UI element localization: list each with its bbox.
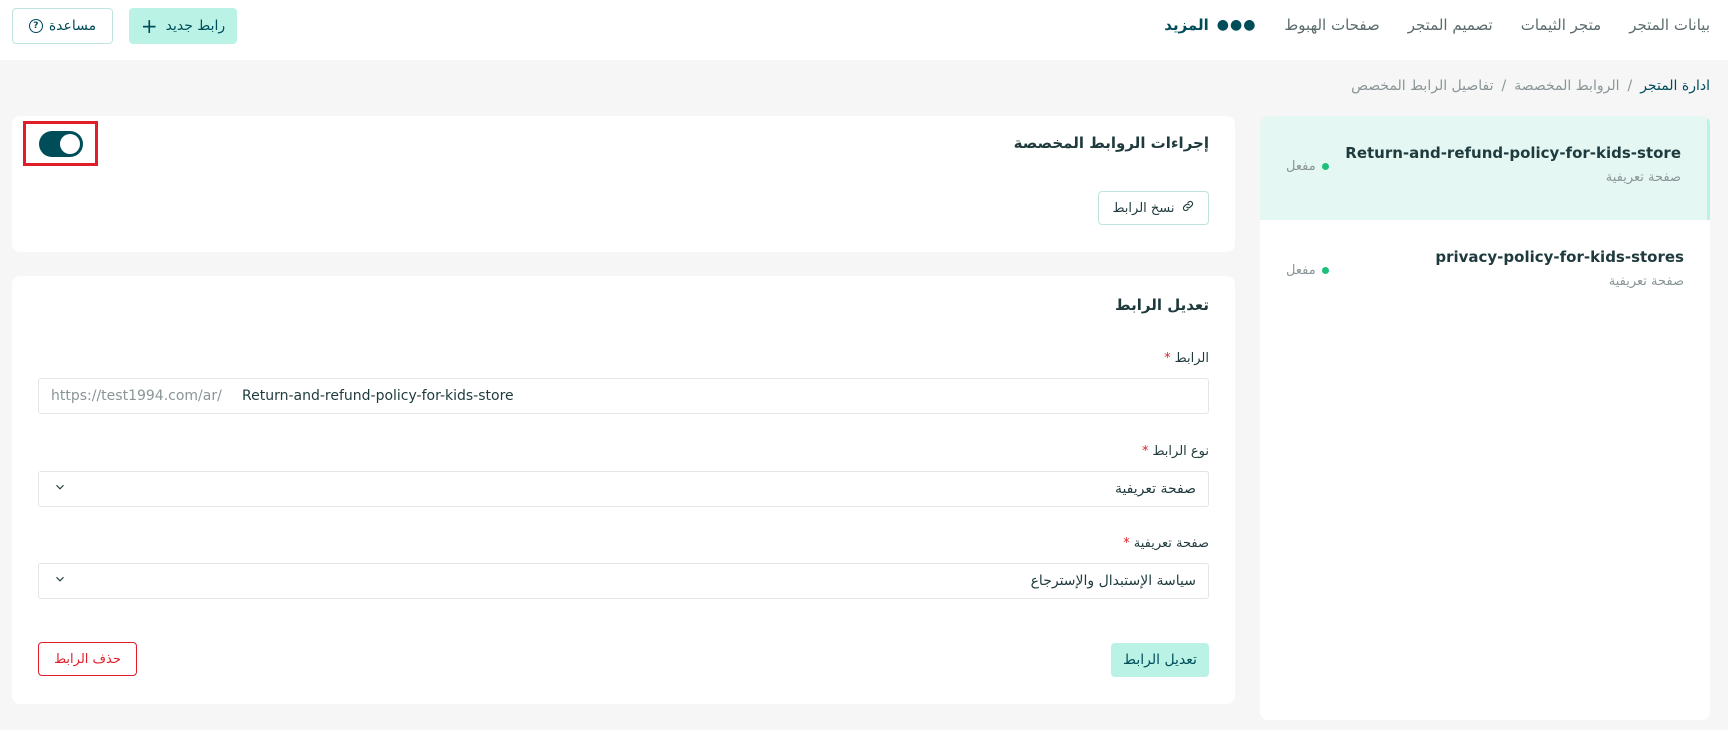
link-enabled-toggle[interactable] [38, 130, 83, 157]
page-select[interactable]: سياسة الإستبدال والإسترجاع [38, 563, 1209, 599]
chevron-down-icon [53, 480, 67, 498]
link-label-text: الرابط [1174, 351, 1209, 366]
toggle-knob [59, 133, 80, 154]
status-badge: مفعل [1286, 263, 1329, 278]
required-mark: * [1164, 351, 1171, 366]
chevron-down-icon [53, 572, 67, 590]
link-prefix: https://test1994.com/ar/ [51, 388, 222, 404]
nav-item-landing-pages[interactable]: صفحات الهبوط [1284, 16, 1379, 34]
link-name: privacy-policy-for-kids-stores [1435, 248, 1684, 266]
copy-link-button[interactable]: نسخ الرابط [1098, 191, 1209, 225]
new-link-label: رابط جديد [165, 18, 226, 34]
link-type: صفحة تعريفية [1605, 170, 1681, 185]
link-icon [1181, 199, 1195, 217]
toggle-highlight [23, 121, 98, 166]
link-input[interactable]: https://test1994.com/ar/ Return-and-refu… [38, 378, 1209, 414]
status-text: مفعل [1286, 159, 1316, 174]
page-value: سياسة الإستبدال والإسترجاع [1030, 573, 1196, 589]
list-item[interactable]: Return-and-refund-policy-for-kids-store … [1260, 116, 1710, 220]
breadcrumb: ادارة المتجر / الروابط المخصصة / تفاصيل … [1351, 78, 1710, 94]
main-nav: بيانات المتجر متجر الثيمات تصميم المتجر … [1164, 0, 1710, 50]
required-mark: * [1141, 444, 1149, 459]
list-item[interactable]: privacy-policy-for-kids-stores صفحة تعري… [1260, 220, 1710, 324]
help-button[interactable]: ? مساعدة [12, 8, 113, 44]
required-mark: * [1123, 536, 1130, 551]
link-actions-card: إجراءات الروابط المخصصة نسخ الرابط [12, 116, 1235, 252]
nav-item-theme-store[interactable]: متجر الثيمات [1521, 16, 1601, 34]
breadcrumb-current: تفاصيل الرابط المخصص [1351, 78, 1494, 94]
breadcrumb-separator: / [1627, 78, 1633, 94]
link-type-value: صفحة تعريفية [1114, 481, 1196, 497]
breadcrumb-store-admin[interactable]: ادارة المتجر [1640, 78, 1710, 94]
help-label: مساعدة [48, 18, 97, 34]
question-icon: ? [28, 19, 43, 33]
type-label-text: نوع الرابط [1152, 444, 1209, 459]
status-badge: مفعل [1286, 159, 1329, 174]
actions-title: إجراءات الروابط المخصصة [1013, 134, 1209, 152]
top-bar: بيانات المتجر متجر الثيمات تصميم المتجر … [0, 0, 1728, 60]
link-name: Return-and-refund-policy-for-kids-store [1345, 144, 1681, 162]
more-dots-icon: ●●● [1216, 17, 1257, 33]
page-field-label: صفحة تعريفية * [1123, 536, 1209, 551]
custom-links-list: Return-and-refund-policy-for-kids-store … [1260, 116, 1710, 720]
more-label: المزيد [1164, 16, 1209, 34]
page-label-text: صفحة تعريفية [1133, 536, 1209, 551]
link-slug-value: Return-and-refund-policy-for-kids-store [242, 388, 514, 404]
nav-item-store-design[interactable]: تصميم المتجر [1408, 16, 1493, 34]
status-text: مفعل [1286, 263, 1316, 278]
delete-link-button[interactable]: حذف الرابط [38, 642, 137, 676]
save-link-button[interactable]: تعديل الرابط [1111, 643, 1209, 677]
new-link-button[interactable]: + رابط جديد [129, 8, 237, 44]
edit-link-card: تعديل الرابط الرابط * https://test1994.c… [12, 276, 1235, 704]
link-field-label: الرابط * [1164, 351, 1209, 366]
type-field-label: نوع الرابط * [1142, 444, 1209, 459]
breadcrumb-separator: / [1501, 78, 1507, 94]
link-type-select[interactable]: صفحة تعريفية [38, 471, 1209, 507]
nav-item-store-data[interactable]: بيانات المتجر [1629, 16, 1710, 34]
link-type: صفحة تعريفية [1608, 274, 1684, 289]
plus-icon: + [140, 14, 158, 38]
copy-link-label: نسخ الرابط [1112, 200, 1175, 216]
breadcrumb-custom-links[interactable]: الروابط المخصصة [1514, 78, 1619, 94]
status-dot-icon [1321, 267, 1329, 274]
nav-more-menu[interactable]: المزيد ●●● [1164, 16, 1256, 34]
status-dot-icon [1321, 163, 1329, 170]
edit-title: تعديل الرابط [1115, 296, 1209, 314]
